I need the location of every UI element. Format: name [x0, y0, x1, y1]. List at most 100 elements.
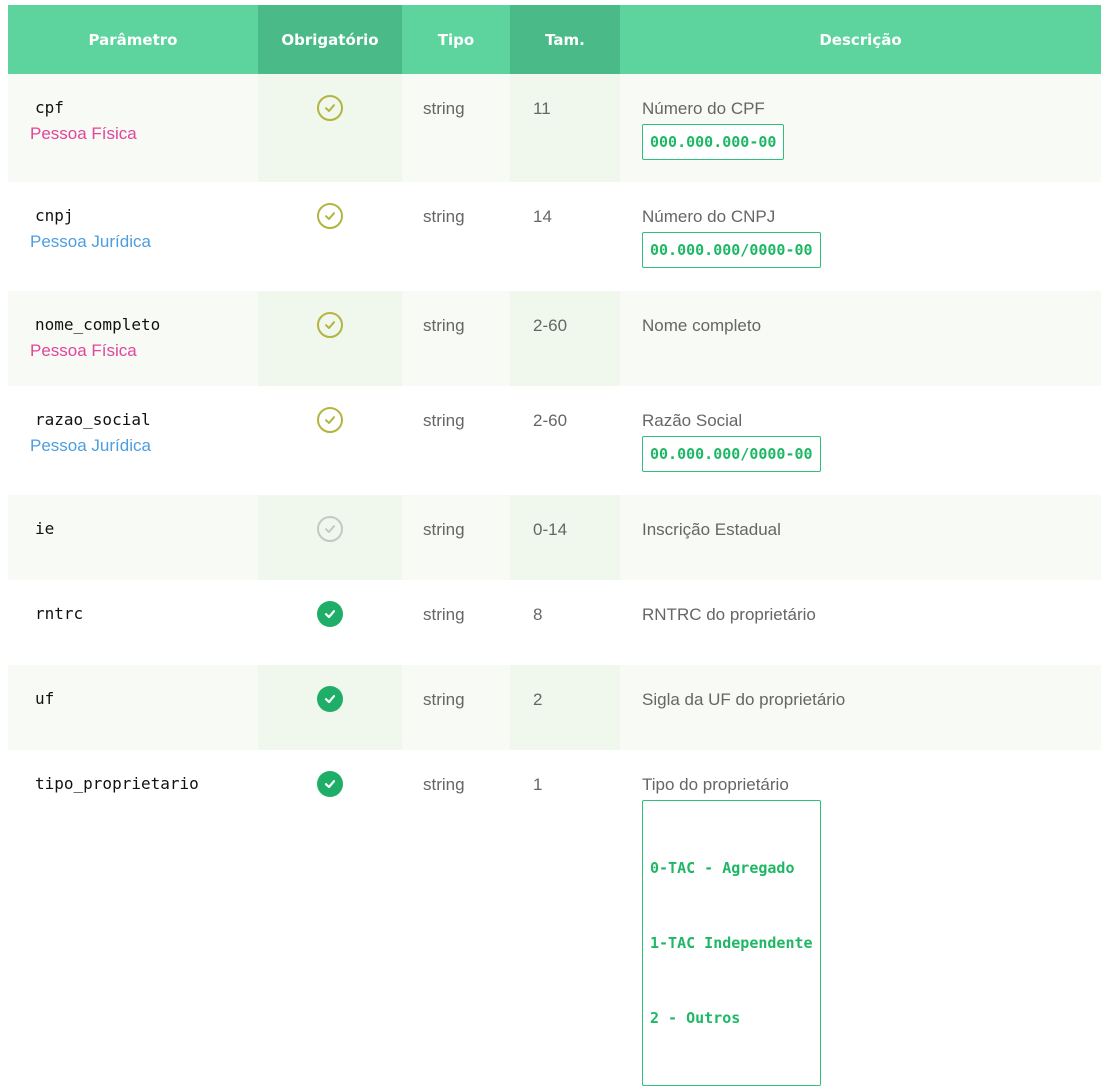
- description-text: Número do CPF: [642, 99, 765, 118]
- size-cell: 2-60: [510, 291, 620, 386]
- required-cell: [258, 665, 402, 750]
- param-name: cpf: [35, 98, 64, 117]
- description-cell: Sigla da UF do proprietário: [620, 665, 1101, 750]
- param-name: uf: [35, 689, 55, 708]
- description-cell: Número do CNPJ 00.000.000/0000-00: [620, 182, 1101, 291]
- size-cell: 0-14: [510, 495, 620, 580]
- check-circle-filled-icon: [317, 771, 343, 797]
- type-cell: string: [402, 580, 510, 665]
- table-row: nome_completo Pessoa Física string 2-60 …: [8, 291, 1101, 386]
- param-tag-pessoa-fisica: Pessoa Física: [30, 341, 137, 360]
- table-row: razao_social Pessoa Jurídica string 2-60…: [8, 386, 1101, 495]
- check-circle-gray-icon: [317, 516, 343, 542]
- description-text: RNTRC do proprietário: [642, 605, 816, 624]
- size-value: 11: [533, 99, 551, 118]
- param-cell: cnpj Pessoa Jurídica: [8, 182, 258, 291]
- check-circle-outline-icon: [317, 312, 343, 338]
- table-row: cpf Pessoa Física string 11 Número do CP…: [8, 74, 1101, 182]
- size-cell: 2-60: [510, 386, 620, 495]
- check-circle-filled-icon: [317, 686, 343, 712]
- param-name: razao_social: [35, 410, 151, 429]
- type-cell: string: [402, 495, 510, 580]
- param-cell: cpf Pessoa Física: [8, 74, 258, 182]
- size-value: 1: [533, 775, 543, 794]
- header-size: Tam.: [510, 5, 620, 74]
- format-code-box: 0-TAC - Agregado 1-TAC Independente 2 - …: [642, 800, 821, 1086]
- size-value: 2-60: [533, 316, 568, 335]
- description-cell: Inscrição Estadual: [620, 495, 1101, 580]
- code-line: 2 - Outros: [650, 1009, 741, 1027]
- size-value: 2: [533, 690, 543, 709]
- check-circle-outline-icon: [317, 407, 343, 433]
- format-code-box: 00.000.000/0000-00: [642, 436, 821, 472]
- description-cell: Tipo do proprietário 0-TAC - Agregado 1-…: [620, 750, 1101, 1086]
- type-value: string: [423, 316, 465, 335]
- description-cell: RNTRC do proprietário: [620, 580, 1101, 665]
- param-name: rntrc: [35, 604, 84, 623]
- description-cell: Número do CPF 000.000.000-00: [620, 74, 1101, 182]
- type-cell: string: [402, 750, 510, 1086]
- table-row: rntrc string 8 RNTRC do proprietário: [8, 580, 1101, 665]
- description-text: Tipo do proprietário: [642, 775, 789, 794]
- description-text: Nome completo: [642, 316, 762, 335]
- format-code-box: 000.000.000-00: [642, 124, 785, 160]
- table-row: cnpj Pessoa Jurídica string 14 Número do…: [8, 182, 1101, 291]
- type-cell: string: [402, 291, 510, 386]
- param-tag-pessoa-juridica: Pessoa Jurídica: [30, 232, 151, 251]
- table-row: uf string 2 Sigla da UF do proprietário: [8, 665, 1101, 750]
- param-name: tipo_proprietario: [35, 774, 199, 793]
- type-value: string: [423, 99, 465, 118]
- type-value: string: [423, 690, 465, 709]
- param-cell: tipo_proprietario: [8, 750, 258, 1086]
- header-required: Obrigatório: [258, 5, 402, 74]
- size-cell: 11: [510, 74, 620, 182]
- type-cell: string: [402, 665, 510, 750]
- param-cell: uf: [8, 665, 258, 750]
- description-text: Sigla da UF do proprietário: [642, 690, 846, 709]
- code-line: 0-TAC - Agregado: [650, 859, 795, 877]
- table-row: tipo_proprietario string 1 Tipo do propr…: [8, 750, 1101, 1086]
- required-cell: [258, 291, 402, 386]
- size-cell: 1: [510, 750, 620, 1086]
- required-cell: [258, 74, 402, 182]
- type-value: string: [423, 775, 465, 794]
- type-value: string: [423, 411, 465, 430]
- param-name: nome_completo: [35, 315, 161, 334]
- size-cell: 8: [510, 580, 620, 665]
- param-cell: ie: [8, 495, 258, 580]
- size-cell: 14: [510, 182, 620, 291]
- type-value: string: [423, 605, 465, 624]
- required-cell: [258, 750, 402, 1086]
- header-param: Parâmetro: [8, 5, 258, 74]
- size-value: 8: [533, 605, 543, 624]
- table-header: Parâmetro Obrigatório Tipo Tam. Descriçã…: [8, 5, 1101, 74]
- required-cell: [258, 495, 402, 580]
- parameters-table: Parâmetro Obrigatório Tipo Tam. Descriçã…: [8, 5, 1101, 1086]
- header-type: Tipo: [402, 5, 510, 74]
- size-value: 14: [533, 207, 552, 226]
- description-cell: Razão Social 00.000.000/0000-00: [620, 386, 1101, 495]
- param-cell: rntrc: [8, 580, 258, 665]
- check-circle-outline-icon: [317, 203, 343, 229]
- type-cell: string: [402, 182, 510, 291]
- size-cell: 2: [510, 665, 620, 750]
- required-cell: [258, 386, 402, 495]
- header-description: Descrição: [620, 5, 1101, 74]
- type-value: string: [423, 207, 465, 226]
- param-tag-pessoa-fisica: Pessoa Física: [30, 124, 137, 143]
- description-text: Razão Social: [642, 411, 743, 430]
- param-cell: nome_completo Pessoa Física: [8, 291, 258, 386]
- type-cell: string: [402, 74, 510, 182]
- size-value: 2-60: [533, 411, 568, 430]
- type-value: string: [423, 520, 465, 539]
- required-cell: [258, 182, 402, 291]
- param-tag-pessoa-juridica: Pessoa Jurídica: [30, 436, 151, 455]
- param-cell: razao_social Pessoa Jurídica: [8, 386, 258, 495]
- type-cell: string: [402, 386, 510, 495]
- description-text: Número do CNPJ: [642, 207, 776, 226]
- code-line: 1-TAC Independente: [650, 934, 813, 952]
- table-row: ie string 0-14 Inscrição Estadual: [8, 495, 1101, 580]
- description-cell: Nome completo: [620, 291, 1101, 386]
- format-code-box: 00.000.000/0000-00: [642, 232, 821, 268]
- required-cell: [258, 580, 402, 665]
